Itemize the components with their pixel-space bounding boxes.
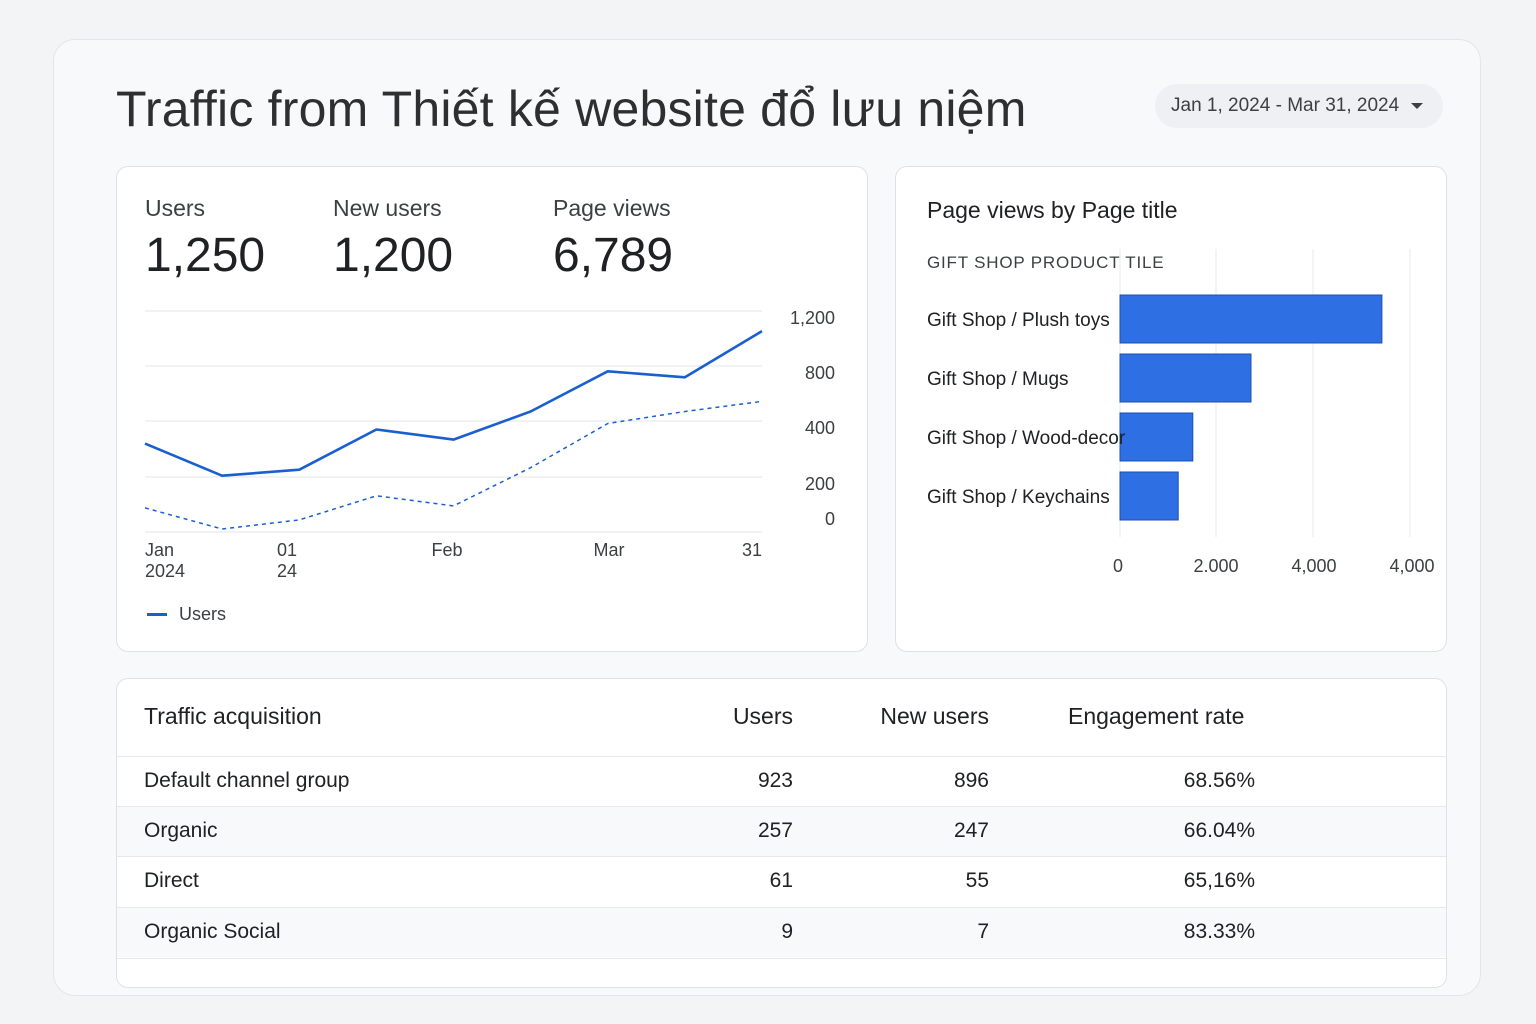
cell-engagement-rate: 65,16% (1183, 869, 1255, 892)
cell-new-users: 7 (977, 920, 989, 943)
bar-category-label: Gift Shop / Plush toys (927, 310, 1110, 331)
table-row[interactable]: Direct 61 55 65,16% (117, 856, 1446, 906)
y-tick-label: 400 (805, 418, 835, 438)
cell-engagement-rate: 68.56% (1183, 769, 1255, 792)
page-views-panel: Page views by Page title GIFT SHOP PRODU… (895, 166, 1447, 652)
bar-category-label: Gift Shop / Wood-decor (927, 428, 1126, 449)
users-series-line (144, 329, 763, 478)
x-tick-label: 2.000 (1193, 556, 1238, 576)
y-tick-label: 200 (805, 474, 835, 494)
bar (1119, 353, 1252, 403)
header-traffic-acquisition[interactable]: Traffic acquisition (144, 703, 322, 730)
x-tick-label: Mar (594, 540, 625, 560)
x-tick-label: Feb (431, 540, 462, 560)
chart-legend[interactable]: Users (147, 604, 226, 625)
x-tick-label: 01 24 (277, 540, 297, 581)
cell-new-users: 896 (953, 769, 989, 792)
table-row[interactable]: Organic Social 9 7 83.33% (117, 907, 1446, 957)
caret-down-icon (1411, 103, 1424, 109)
x-tick-label: 31 (742, 540, 762, 560)
cell-channel: Default channel group (144, 769, 350, 792)
table-footer-divider (117, 958, 1446, 987)
cell-channel: Organic Social (144, 920, 281, 943)
cell-engagement-rate: 83.33% (1183, 920, 1255, 943)
bar-category-label: Gift Shop / Keychains (927, 487, 1110, 508)
y-tick-label: 800 (805, 363, 835, 383)
cell-users: 61 (769, 869, 793, 892)
legend-label: Users (179, 604, 227, 624)
cell-engagement-rate: 66.04% (1183, 819, 1255, 842)
x-tick-label: 4,000 (1291, 556, 1336, 576)
legend-swatch (147, 613, 167, 616)
header-new-users[interactable]: New users (880, 703, 989, 730)
cell-users: 257 (757, 819, 793, 842)
overview-panel: Users 1,250 New users 1,200 Page views 6… (116, 166, 868, 652)
y-tick-label: 0 (825, 509, 835, 529)
date-range-label: Jan 1, 2024 - Mar 31, 2024 (1171, 95, 1400, 116)
traffic-acquisition-table: Traffic acquisition Users New users Enga… (116, 678, 1447, 988)
cell-new-users: 55 (965, 869, 989, 892)
bar-category-label: Gift Shop / Mugs (927, 369, 1069, 390)
cell-new-users: 247 (953, 819, 989, 842)
table-row[interactable]: Default channel group 923 896 68.56% (117, 756, 1446, 806)
y-tick-label: 1,200 (790, 308, 835, 328)
bar (1119, 294, 1383, 344)
cell-channel: Direct (144, 869, 199, 892)
page-views-bar-chart: Gift Shop / Plush toys Gift Shop / Mugs Gi… (927, 249, 1435, 576)
cell-users: 9 (781, 920, 793, 943)
x-tick-label: 4,000 (1389, 556, 1434, 576)
header-engagement-rate[interactable]: Engagement rate (1068, 703, 1244, 730)
table-row[interactable]: Organic 257 247 66.04% (117, 806, 1446, 856)
bar (1119, 412, 1194, 462)
x-tick-label: 0 (1113, 556, 1123, 576)
x-tick-label: Jan 2024 (145, 540, 185, 581)
header-users[interactable]: Users (733, 703, 793, 730)
date-range-picker[interactable]: Jan 1, 2024 - Mar 31, 2024 (1155, 84, 1443, 128)
page-title: Traffic from Thiết kế website đổ lưu niệ… (116, 81, 1027, 137)
users-line-chart: 1,200 800 400 200 0 Jan 2024 01 24 Feb Mar 31 (144, 308, 835, 581)
cell-channel: Organic (144, 819, 218, 842)
bar (1119, 471, 1179, 521)
cell-users: 923 (757, 769, 793, 792)
